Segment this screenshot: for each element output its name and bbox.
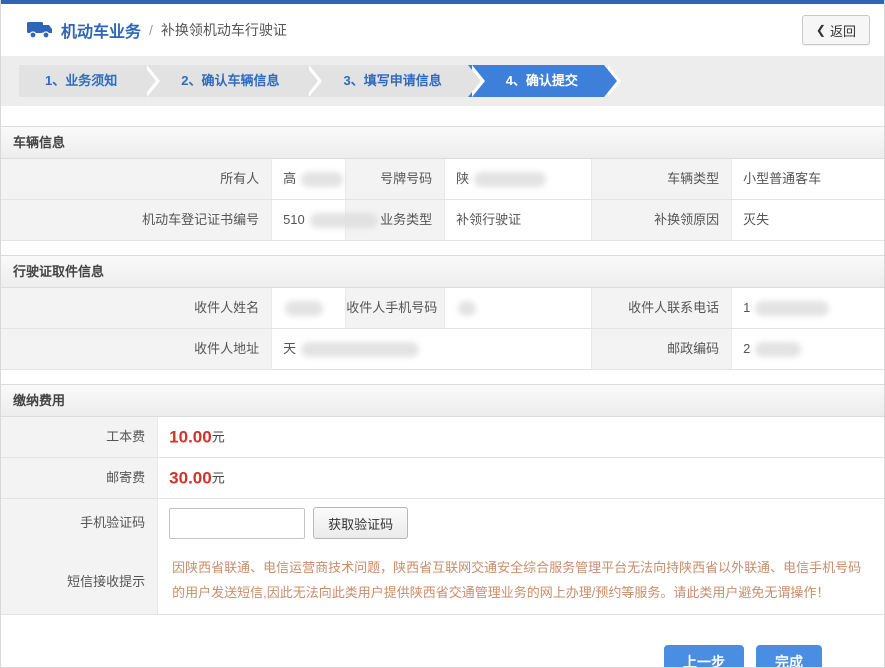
redacted-blur [285, 301, 323, 316]
table-row: 所有人 高 号牌号码 陕 车辆类型 小型普通客车 [1, 159, 884, 200]
recipient-address-label: 收件人地址 [1, 329, 272, 369]
step-4-confirm-submit[interactable]: 4、确认提交 [468, 65, 604, 97]
vehicle-type-label: 车辆类型 [592, 159, 732, 199]
postal-code-label: 邮政编码 [592, 329, 732, 369]
header: 机动车业务 / 补换领机动车行驶证 ❮ 返回 [1, 4, 884, 56]
redacted-blur [755, 342, 801, 357]
previous-step-button[interactable]: 上一步 [664, 645, 744, 668]
plate-number-value: 陕 [445, 159, 592, 199]
postage-fee-label: 邮寄费 [1, 458, 158, 498]
sms-notice-text: 因陕西省联通、电信运营商技术问题，陕西省互联网交通安全综合服务管理平台无法向持陕… [158, 547, 884, 614]
recipient-name-label: 收件人姓名 [1, 288, 272, 328]
fees-section: 缴纳费用 工本费 10.00元 邮寄费 30.00元 手机验证码 获取验证码 短… [1, 384, 884, 615]
cost-fee-label: 工本费 [1, 417, 158, 457]
recipient-contact-phone-label: 收件人联系电话 [592, 288, 732, 328]
recipient-address-value: 天 [272, 329, 592, 369]
page: 机动车业务 / 补换领机动车行驶证 ❮ 返回 1、业务须知 2、确认车辆信息 3… [0, 0, 885, 668]
cost-fee-amount: 10.00 [169, 428, 212, 447]
replacement-reason-label: 补换领原因 [592, 200, 732, 240]
redacted-blur [474, 172, 546, 187]
get-sms-code-button[interactable]: 获取验证码 [313, 507, 408, 539]
owner-label: 所有人 [1, 159, 272, 199]
pickup-info-section-title: 行驶证取件信息 [1, 256, 884, 288]
registration-cert-number-label: 机动车登记证书编号 [1, 200, 272, 240]
back-button[interactable]: ❮ 返回 [802, 15, 870, 45]
table-row: 收件人地址 天 邮政编码 2 [1, 329, 884, 370]
business-type-value: 补领行驶证 [445, 200, 592, 240]
recipient-contact-phone-value: 1 [732, 288, 884, 328]
sms-code-cell: 获取验证码 [158, 499, 884, 547]
page-title: 补换领机动车行驶证 [161, 20, 287, 40]
vehicle-type-value: 小型普通客车 [732, 159, 884, 199]
cost-fee-value: 10.00元 [158, 417, 884, 457]
step-3-fill-application-info[interactable]: 3、填写申请信息 [305, 65, 467, 97]
postage-fee-value: 30.00元 [158, 458, 884, 498]
step-wizard: 1、业务须知 2、确认车辆信息 3、填写申请信息 4、确认提交 [1, 56, 884, 106]
chevron-left-icon: ❮ [816, 23, 826, 37]
postal-code-value: 2 [732, 329, 884, 369]
main-content: 车辆信息 所有人 高 号牌号码 陕 车辆类型 小型普通客车 机动车登记证书编号 … [1, 106, 884, 668]
table-row: 工本费 10.00元 [1, 417, 884, 458]
step-1-business-notice[interactable]: 1、业务须知 [19, 65, 143, 97]
sms-code-label: 手机验证码 [1, 499, 158, 547]
postage-fee-amount: 30.00 [169, 469, 212, 488]
app-title: 机动车业务 [61, 18, 141, 42]
fees-section-title: 缴纳费用 [1, 385, 884, 417]
table-row: 邮寄费 30.00元 [1, 458, 884, 499]
registration-cert-number-value: 510 [272, 200, 346, 240]
postage-fee-unit: 元 [212, 471, 225, 486]
pickup-info-section: 行驶证取件信息 收件人姓名 收件人手机号码 收件人联系电话 1 收件人地址 天 … [1, 255, 884, 370]
redacted-blur [301, 172, 343, 187]
redacted-blur [458, 301, 476, 316]
redacted-blur [755, 301, 829, 316]
table-row: 机动车登记证书编号 510 业务类型 补领行驶证 补换领原因 灭失 [1, 200, 884, 241]
recipient-mobile-label: 收件人手机号码 [346, 288, 445, 328]
recipient-mobile-value [445, 288, 592, 328]
table-row: 收件人姓名 收件人手机号码 收件人联系电话 1 [1, 288, 884, 329]
footer-actions: 上一步 完成 [1, 629, 884, 668]
plate-number-label: 号牌号码 [346, 159, 445, 199]
cost-fee-unit: 元 [212, 430, 225, 445]
redacted-blur [301, 342, 419, 357]
sms-code-input[interactable] [169, 508, 305, 539]
truck-icon [27, 20, 53, 40]
breadcrumb-separator: / [149, 22, 153, 38]
sms-notice-label: 短信接收提示 [1, 547, 158, 614]
finish-button[interactable]: 完成 [756, 645, 822, 668]
replacement-reason-value: 灭失 [732, 200, 884, 240]
table-row: 短信接收提示 因陕西省联通、电信运营商技术问题，陕西省互联网交通安全综合服务管理… [1, 547, 884, 615]
redacted-blur [310, 213, 378, 228]
vehicle-info-section: 车辆信息 所有人 高 号牌号码 陕 车辆类型 小型普通客车 机动车登记证书编号 … [1, 126, 884, 241]
table-row: 手机验证码 获取验证码 [1, 499, 884, 547]
recipient-name-value [272, 288, 346, 328]
vehicle-info-section-title: 车辆信息 [1, 127, 884, 159]
back-button-label: 返回 [830, 21, 856, 40]
owner-value: 高 [272, 159, 346, 199]
step-2-confirm-vehicle-info[interactable]: 2、确认车辆信息 [143, 65, 305, 97]
